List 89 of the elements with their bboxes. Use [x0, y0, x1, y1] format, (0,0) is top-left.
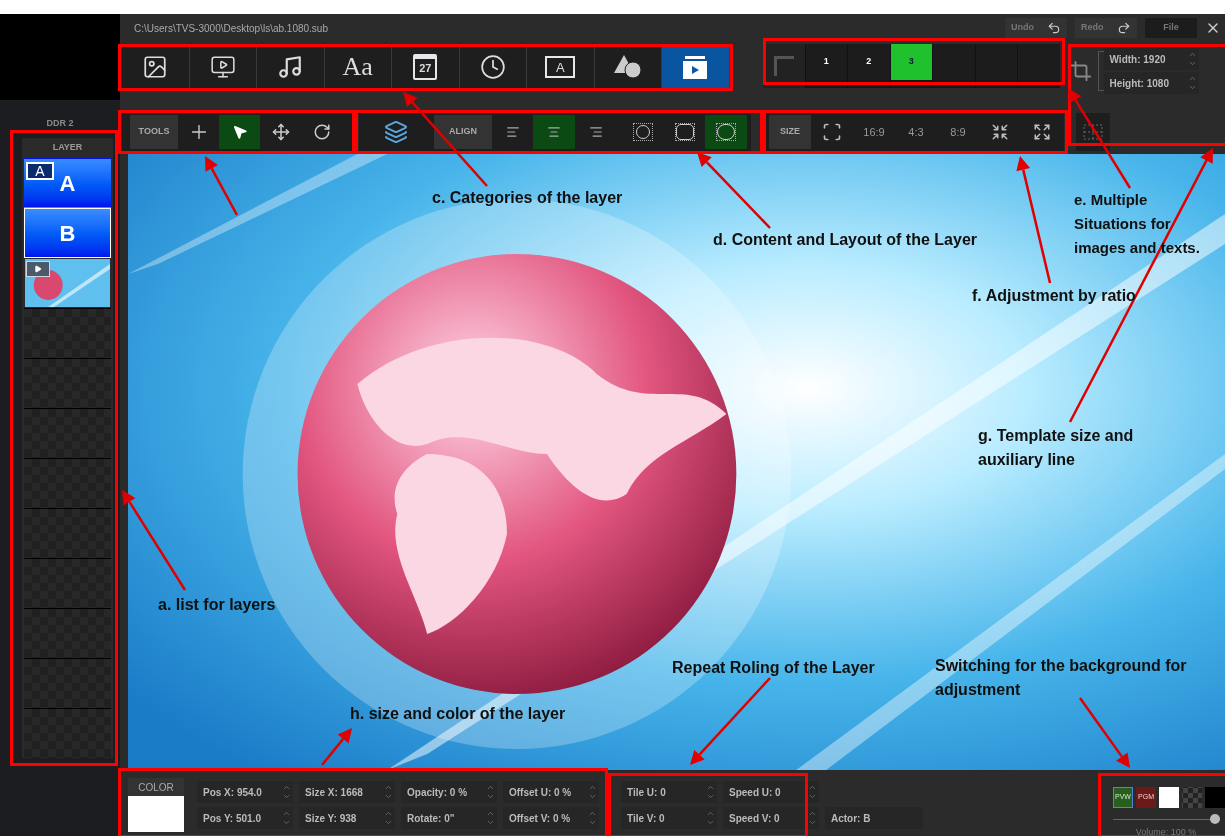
frame-icon [716, 123, 737, 141]
monitor-play-icon [209, 54, 236, 80]
size-button[interactable]: 4:3 [895, 115, 937, 149]
number-field[interactable]: Size Y: 938 [299, 807, 395, 829]
color-label: COLOR [128, 778, 184, 796]
align-left-icon [505, 125, 520, 139]
arrow [1079, 697, 1130, 768]
layers-icon [383, 120, 408, 144]
situation-button[interactable] [932, 44, 975, 88]
shrink-icon [991, 123, 1009, 141]
image-icon [142, 54, 169, 80]
number-field[interactable]: Rotate: 0" [401, 807, 497, 829]
calendar-icon: 27 [413, 54, 438, 80]
layer-item[interactable]: B [24, 208, 111, 258]
frame-icon [633, 123, 654, 141]
background-swatch[interactable] [1205, 787, 1225, 808]
annotation-label: h. size and color of the layer [350, 704, 566, 724]
number-field[interactable]: Speed U: 0 [723, 781, 819, 803]
annotation-label: a. list for layers [158, 595, 276, 615]
rotate-icon [312, 123, 331, 141]
pointer-icon [231, 124, 248, 140]
clock-icon [479, 54, 506, 80]
number-field[interactable]: Offset V: 0 % [503, 807, 599, 829]
situation-button[interactable] [1017, 44, 1060, 88]
fit-brackets-icon [822, 122, 842, 142]
group-label: TOOLS [130, 115, 178, 149]
situation-button[interactable] [974, 44, 1017, 88]
size-button[interactable]: 16:9 [853, 115, 895, 149]
actor-field: Actor: B [825, 807, 923, 829]
undo-icon [1047, 21, 1061, 35]
align-center-icon [547, 125, 562, 139]
number-field[interactable]: Offset U: 0 % [503, 781, 599, 803]
category-button[interactable] [594, 46, 662, 88]
annotation-label: g. Template size and auxiliary line [978, 426, 1135, 470]
media-folder-icon [681, 54, 710, 80]
volume-slider[interactable] [1113, 814, 1219, 824]
align-right-icon [588, 125, 603, 139]
category-button[interactable] [257, 46, 325, 88]
annotation-label: e. Multiple Situations for images and texts. [1074, 190, 1201, 258]
channel-label: DDR 2 [45, 117, 75, 130]
category-button[interactable] [122, 46, 190, 88]
font-glyph: Aa [342, 54, 373, 80]
annotation-label: Repeat Roling of the Layer [672, 658, 875, 678]
annotation-label: Switching for the background for adjustment [935, 656, 1188, 700]
align-button[interactable] [533, 115, 575, 149]
tool-button[interactable] [219, 115, 260, 149]
expand-icon [1033, 123, 1051, 141]
annotation-label: c. Categories of the layer [432, 188, 623, 208]
video-badge-icon [26, 261, 50, 277]
number-field[interactable]: Size X: 1668 [299, 781, 395, 803]
category-button[interactable]: 27 [392, 46, 460, 88]
number-field[interactable]: Speed V: 0 [723, 807, 819, 829]
number-field[interactable]: Pos X: 954.0 [197, 781, 293, 803]
arrow [321, 728, 352, 766]
category-button[interactable]: A [527, 46, 595, 88]
layer-item[interactable]: A A [24, 158, 111, 208]
annotation-label: f. Adjustment by ratio [972, 286, 1136, 306]
group-label: ALIGN [434, 115, 492, 149]
number-field[interactable]: Width: 1920 [1103, 48, 1199, 70]
category-button[interactable] [189, 46, 257, 88]
category-button[interactable] [662, 46, 730, 88]
number-field[interactable]: Height: 1080 [1103, 72, 1199, 94]
music-note-icon [277, 54, 304, 80]
move-icon [271, 123, 290, 141]
number-field[interactable]: Opacity: 0 % [401, 781, 497, 803]
number-field[interactable]: Tile V: 0 [621, 807, 717, 829]
frame-button[interactable] [705, 115, 748, 149]
file-button[interactable]: File [1145, 18, 1197, 38]
volume-label: Volume: 100 % [1134, 826, 1198, 836]
group-label: SIZE [769, 115, 811, 149]
redo-icon [1117, 21, 1131, 35]
category-button[interactable] [459, 46, 527, 88]
number-field[interactable]: Tile U: 0 [621, 781, 717, 803]
color-swatch[interactable] [128, 796, 184, 832]
background-swatch[interactable] [1182, 787, 1202, 808]
arrow [205, 156, 239, 216]
file-path: C:\Users\TVS-3000\Desktop\ls\ab.1080.sub [134, 21, 329, 36]
annotation-label: d. Content and Layout of the Layer [713, 230, 977, 250]
background-swatch[interactable] [1159, 787, 1179, 808]
size-button[interactable]: 8:9 [937, 115, 979, 149]
crop-icon [1069, 60, 1092, 82]
number-field[interactable]: Pos Y: 501.0 [197, 807, 293, 829]
grid-icon [1083, 124, 1103, 140]
layer-badge: A [26, 162, 54, 180]
shapes-icon [612, 54, 643, 80]
category-button[interactable]: Aa [324, 46, 392, 88]
text-box-icon: A [545, 56, 576, 78]
frame-icon [674, 123, 695, 141]
panel-header: LAYER [51, 141, 84, 155]
